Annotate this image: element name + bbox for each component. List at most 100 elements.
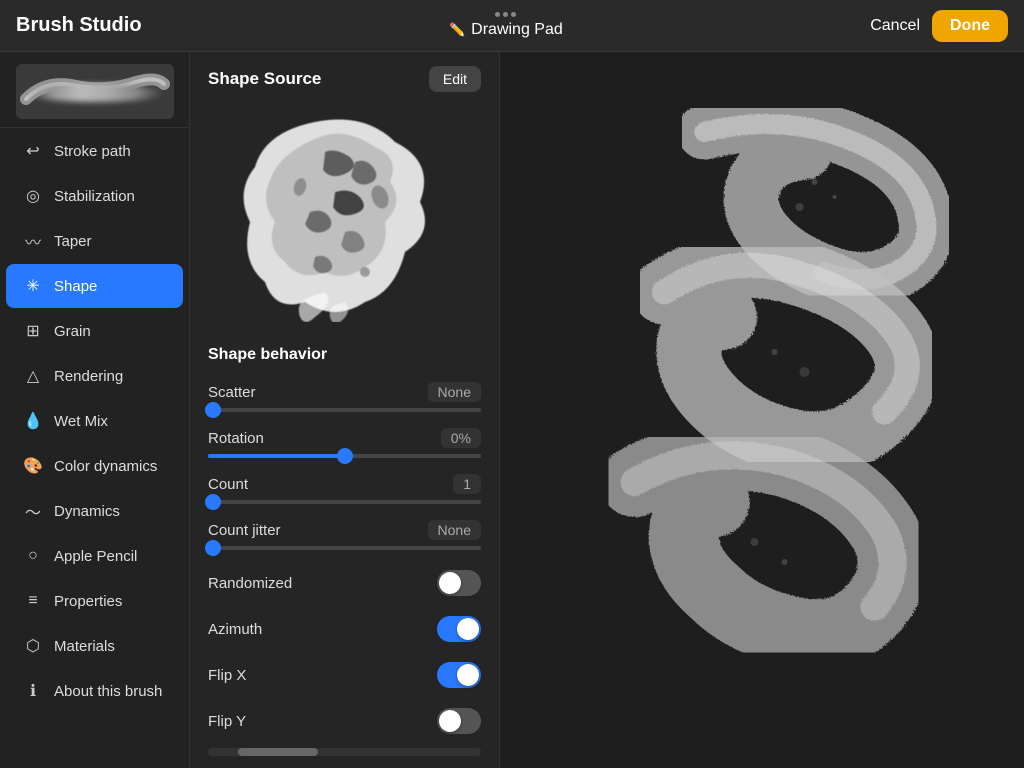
toggle-randomized[interactable] [437,570,481,596]
toggle-knob-randomized [439,572,461,594]
sidebar-item-label-apple-pencil: Apple Pencil [54,548,137,565]
sidebar-item-label-properties: Properties [54,593,122,610]
slider-row-count: Count 1 [190,468,499,514]
slider-thumb-rotation[interactable] [337,448,353,464]
sidebar-item-label-rendering: Rendering [54,368,123,385]
slider-thumb-count-jitter[interactable] [205,540,221,556]
taper-icon: 〰 [22,230,44,252]
stroke-icon: ↩ [22,140,44,162]
slider-fill-rotation [208,454,345,458]
toggle-row-flip-y: Flip Y [190,698,499,744]
materials-icon: ⬡ [22,635,44,657]
dynamics-icon: 〜 [22,500,44,522]
slider-track-rotation[interactable] [208,454,481,458]
slider-label-rotation: Rotation [208,430,264,447]
edit-icon: ✏️ [449,22,465,38]
drawing-pad-label: Drawing Pad [471,21,563,39]
sidebar-item-label-materials: Materials [54,638,115,655]
sidebar-item-materials[interactable]: ⬡ Materials [6,624,183,668]
toggle-row-flip-x: Flip X [190,652,499,698]
toggle-label-flip-x: Flip X [208,667,246,684]
toggle-label-azimuth: Azimuth [208,621,262,638]
header: Brush Studio ✏️ Drawing Pad Cancel Done [0,0,1024,52]
toggle-flip-y[interactable] [437,708,481,734]
apple-pencil-icon: ○ [22,545,44,567]
slider-label-count-jitter: Count jitter [208,522,281,539]
sidebar-item-label-about: About this brush [54,683,162,700]
toggle-label-randomized: Randomized [208,575,292,592]
sliders-container: Scatter None Rotation 0% Count 1 [190,376,499,560]
slider-track-scatter[interactable] [208,408,481,412]
toggle-knob-flip-y [439,710,461,732]
sidebar-item-shape[interactable]: ✳ Shape [6,264,183,308]
toggle-azimuth[interactable] [437,616,481,642]
sidebar-item-label-taper: Taper [54,233,92,250]
sidebar-item-stroke-path[interactable]: ↩ Stroke path [6,129,183,173]
rendering-icon: △ [22,365,44,387]
sidebar-item-stabilization[interactable]: ◎ Stabilization [6,174,183,218]
toggles-container: Randomized Azimuth Flip X Flip Y [190,560,499,744]
color-dynamics-icon: 🎨 [22,455,44,477]
sidebar-item-wet-mix[interactable]: 💧 Wet Mix [6,399,183,443]
dot [495,12,500,17]
stabilization-icon: ◎ [22,185,44,207]
about-icon: ℹ [22,680,44,702]
toggle-row-azimuth: Azimuth [190,606,499,652]
sidebar-item-apple-pencil[interactable]: ○ Apple Pencil [6,534,183,578]
drawing-pad[interactable] [500,52,1024,768]
sidebar-item-rendering[interactable]: △ Rendering [6,354,183,398]
slider-thumb-scatter[interactable] [205,402,221,418]
slider-row-scatter: Scatter None [190,376,499,422]
shape-source-header: Shape Source Edit [190,52,499,102]
slider-track-count[interactable] [208,500,481,504]
slider-label-row-count: Count 1 [208,474,481,494]
scroll-thumb [238,748,318,756]
slider-label-scatter: Scatter [208,384,256,401]
slider-track-count-jitter[interactable] [208,546,481,550]
slider-value-rotation: 0% [441,428,481,448]
sidebar-item-dynamics[interactable]: 〜 Dynamics [6,489,183,533]
brush-strokes-svg [500,52,1024,768]
sidebar-item-grain[interactable]: ⊞ Grain [6,309,183,353]
grain-icon: ⊞ [22,320,44,342]
sidebar-nav: ↩ Stroke path ◎ Stabilization 〰 Taper ✳ … [0,128,189,768]
dot [503,12,508,17]
drawing-pad-label-group: ✏️ Drawing Pad [449,21,563,39]
slider-label-row-rotation: Rotation 0% [208,428,481,448]
scroll-indicator [208,748,481,756]
sidebar-item-label-color-dynamics: Color dynamics [54,458,157,475]
sidebar-item-taper[interactable]: 〰 Taper [6,219,183,263]
sidebar-item-label-stroke-path: Stroke path [54,143,131,160]
edit-button[interactable]: Edit [429,66,481,92]
main-layout: ↩ Stroke path ◎ Stabilization 〰 Taper ✳ … [0,52,1024,768]
dot [511,12,516,17]
shape-preview [235,102,455,322]
shape-behavior-title: Shape behavior [190,338,499,376]
header-actions: Cancel Done [870,10,1008,42]
sidebar-item-about[interactable]: ℹ About this brush [6,669,183,713]
toggle-knob-flip-x [457,664,479,686]
sidebar-item-label-dynamics: Dynamics [54,503,120,520]
sidebar-item-properties[interactable]: ≡ Properties [6,579,183,623]
toggle-flip-x[interactable] [437,662,481,688]
shape-source-title: Shape Source [208,69,321,89]
slider-label-row-count-jitter: Count jitter None [208,520,481,540]
slider-label-row-scatter: Scatter None [208,382,481,402]
properties-icon: ≡ [22,590,44,612]
slider-value-count-jitter: None [428,520,481,540]
sidebar-item-label-shape: Shape [54,278,97,295]
sidebar-item-label-stabilization: Stabilization [54,188,135,205]
wet-mix-icon: 💧 [22,410,44,432]
slider-value-count: 1 [453,474,481,494]
slider-row-rotation: Rotation 0% [190,422,499,468]
cancel-button[interactable]: Cancel [870,17,920,35]
toggle-label-flip-y: Flip Y [208,713,246,730]
shape-blob-svg [235,102,455,322]
app-title: Brush Studio [16,14,142,37]
slider-thumb-count[interactable] [205,494,221,510]
sidebar-item-color-dynamics[interactable]: 🎨 Color dynamics [6,444,183,488]
brush-stroke-preview [16,64,174,119]
toggle-row-randomized: Randomized [190,560,499,606]
dots-menu[interactable] [495,12,516,17]
done-button[interactable]: Done [932,10,1008,42]
